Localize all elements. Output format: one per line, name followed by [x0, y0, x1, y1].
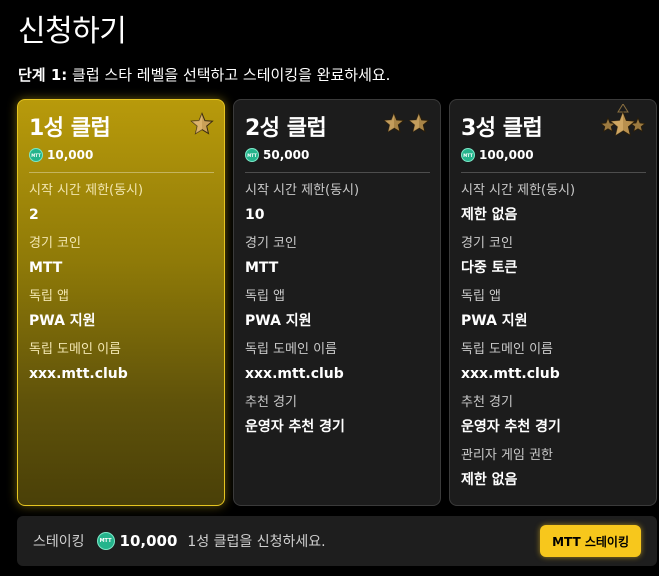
- instruction-step: 단계 1:: [18, 66, 68, 84]
- feature-label-domain: 독립 도메인 이름: [29, 342, 121, 357]
- feature-label-standalone-app: 독립 앱: [245, 289, 286, 304]
- feature-label-start-time: 시작 시간 제한(동시): [29, 183, 144, 198]
- feature-label-standalone-app: 독립 앱: [461, 289, 502, 304]
- mtt-coin-icon: MTT: [461, 148, 475, 162]
- club-price: 10,000: [47, 148, 94, 162]
- feature-value-standalone-app: PWA 지원: [29, 313, 96, 329]
- mtt-coin-icon: MTT: [96, 532, 115, 550]
- feature-label-start-time: 시작 시간 제한(동시): [461, 183, 576, 198]
- feature-label-game-coin: 경기 코인: [29, 236, 81, 251]
- staking-label: 스테이킹: [33, 534, 85, 550]
- feature-value-start-time: 10: [245, 207, 265, 223]
- star-rating: [190, 112, 214, 136]
- feature-label-domain: 독립 도메인 이름: [245, 342, 337, 357]
- price-row: MTT 10,000: [29, 147, 214, 163]
- feature-label-start-time: 시작 시간 제한(동시): [245, 183, 360, 198]
- mtt-coin-icon: MTT: [29, 148, 43, 162]
- club-card-1-star[interactable]: 1성 클럽 MTT 10,000 시작 시간 제한(동시) 2 경기 코인 MT…: [17, 99, 225, 506]
- star-icon: [408, 112, 430, 133]
- feature-value-game-coin: 다중 토큰: [461, 260, 518, 276]
- instruction-text: 클럽 스타 레벨을 선택하고 스테이킹을 완료하세요.: [67, 66, 391, 84]
- mtt-staking-button[interactable]: MTT 스테이킹: [540, 525, 641, 557]
- club-card-2-star[interactable]: 2성 클럽 MTT 50,000 시작 시간 제한(동시) 10 경기 코인 M…: [233, 99, 441, 506]
- feature-label-recommended-game: 추천 경기: [461, 395, 513, 410]
- feature-value-standalone-app: PWA 지원: [245, 313, 312, 329]
- club-card-3-star[interactable]: 3성 클럽 MTT 100,000 시작 시간 제한(동시) 제한 없음 경기 …: [449, 99, 657, 506]
- feature-value-start-time: 제한 없음: [461, 207, 518, 223]
- star-rating: [598, 104, 648, 140]
- divider: [461, 172, 646, 173]
- feature-label-game-coin: 경기 코인: [245, 236, 297, 251]
- divider: [29, 172, 214, 173]
- feature-label-game-coin: 경기 코인: [461, 236, 513, 251]
- feature-value-game-coin: MTT: [245, 260, 279, 276]
- star-rating: [383, 112, 430, 134]
- feature-label-recommended-game: 추천 경기: [245, 395, 297, 410]
- feature-value-standalone-app: PWA 지원: [461, 313, 528, 329]
- star-icon: [599, 104, 647, 137]
- feature-value-admin-permission: 제한 없음: [461, 472, 518, 488]
- feature-value-recommended-game: 운영자 추천 경기: [461, 419, 561, 435]
- club-title: 1성 클럽: [29, 116, 111, 141]
- feature-value-start-time: 2: [29, 207, 39, 223]
- page-title: 신청하기: [18, 14, 127, 49]
- instruction: 단계 1: 클럽 스타 레벨을 선택하고 스테이킹을 완료하세요.: [18, 64, 390, 85]
- staking-amount: 10,000: [119, 532, 178, 550]
- staking-summary-bar: 스테이킹 MTT 10,000 1성 클럽을 신청하세요. MTT 스테이킹: [17, 516, 657, 566]
- price-row: MTT 100,000: [461, 147, 646, 163]
- feature-label-domain: 독립 도메인 이름: [461, 342, 553, 357]
- star-icon: [190, 112, 214, 135]
- apply-page: 신청하기 단계 1: 클럽 스타 레벨을 선택하고 스테이킹을 완료하세요. 1…: [0, 0, 659, 576]
- mtt-coin-icon: MTT: [245, 148, 259, 162]
- feature-label-admin-permission: 관리자 게임 권한: [461, 448, 553, 463]
- club-price: 50,000: [263, 148, 310, 162]
- feature-label-standalone-app: 독립 앱: [29, 289, 70, 304]
- staking-message: 1성 클럽을 신청하세요.: [187, 534, 326, 550]
- feature-value-game-coin: MTT: [29, 260, 63, 276]
- club-price: 100,000: [479, 148, 534, 162]
- feature-value-domain: xxx.mtt.club: [245, 366, 344, 382]
- price-row: MTT 50,000: [245, 147, 430, 163]
- feature-value-domain: xxx.mtt.club: [461, 366, 560, 382]
- feature-value-recommended-game: 운영자 추천 경기: [245, 419, 345, 435]
- divider: [245, 172, 430, 173]
- feature-value-domain: xxx.mtt.club: [29, 366, 128, 382]
- star-icon: [383, 112, 405, 133]
